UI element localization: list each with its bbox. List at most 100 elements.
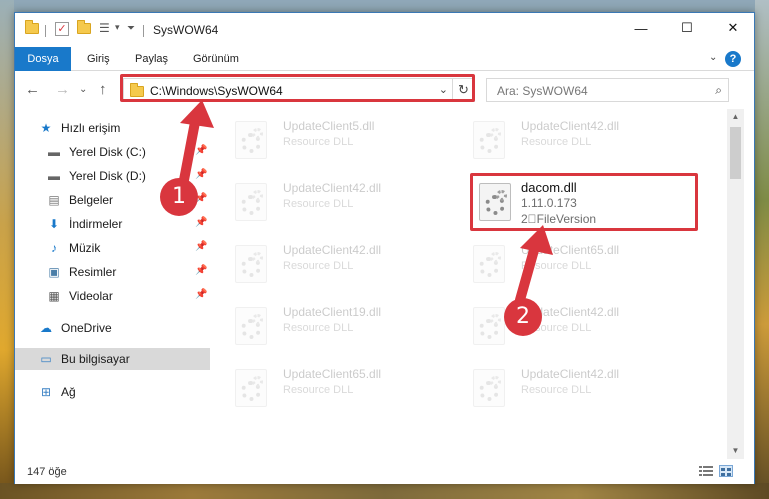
- tiles-view-icon[interactable]: [719, 465, 733, 477]
- vertical-scrollbar[interactable]: ▲ ▼: [727, 109, 744, 459]
- file-name: UpdateClient19.dll: [283, 305, 382, 319]
- toolbar-separator: [45, 25, 46, 37]
- file-type: Resource DLL: [521, 260, 592, 272]
- file-name: UpdateClient65.dll: [521, 243, 620, 257]
- file-item[interactable]: UpdateClient65.dll Resource DLL: [451, 239, 671, 289]
- dll-file-icon: [473, 121, 505, 159]
- forward-arrow-icon[interactable]: →: [55, 81, 70, 98]
- computer-icon: ▭: [40, 352, 52, 366]
- file-highlight-box: [470, 173, 698, 231]
- folder-icon: [25, 20, 39, 34]
- file-item[interactable]: UpdateClient65.dll Resource DLL: [213, 363, 433, 413]
- sidebar-item-network[interactable]: ⊞ Ağ: [15, 381, 210, 403]
- file-item[interactable]: UpdateClient42.dll Resource DLL: [451, 115, 671, 165]
- file-type: Resource DLL: [283, 260, 354, 272]
- search-icon[interactable]: ⌕: [715, 83, 722, 98]
- desktop-background-bottom: [0, 483, 769, 499]
- drive-icon: ▬: [48, 169, 60, 183]
- sidebar-item-quick-access[interactable]: ★ Hızlı erişim: [15, 117, 210, 139]
- file-item[interactable]: UpdateClient42.dll Resource DLL: [451, 301, 671, 351]
- file-item[interactable]: UpdateClient42.dll Resource DLL: [213, 177, 433, 227]
- cloud-icon: ☁: [40, 321, 52, 335]
- file-list: UpdateClient5.dll Resource DLL UpdateCli…: [213, 109, 725, 459]
- dll-file-icon: [473, 245, 505, 283]
- sidebar-item-music[interactable]: ♪ Müzik 📌: [15, 237, 210, 259]
- file-type: Resource DLL: [283, 198, 354, 210]
- sidebar-item-label: İndirmeler: [69, 217, 123, 231]
- file-item[interactable]: UpdateClient19.dll Resource DLL: [213, 301, 433, 351]
- maximize-button[interactable]: ☐: [664, 13, 710, 43]
- sidebar-item-label: Hızlı erişim: [61, 121, 121, 135]
- scroll-down-icon[interactable]: ▼: [727, 443, 744, 459]
- scroll-up-icon[interactable]: ▲: [727, 109, 744, 125]
- sidebar-item-label: Ağ: [61, 385, 76, 399]
- search-input[interactable]: Ara: SysWOW64 ⌕: [486, 78, 729, 102]
- file-type: Resource DLL: [521, 384, 592, 396]
- pin-icon[interactable]: 📌: [195, 289, 207, 300]
- file-type: Resource DLL: [283, 136, 354, 148]
- file-type: Resource DLL: [521, 136, 592, 148]
- pin-icon[interactable]: 📌: [195, 241, 207, 252]
- network-icon: ⊞: [40, 385, 52, 399]
- sidebar-item-label: Yerel Disk (C:): [69, 145, 146, 159]
- sidebar-item-pictures[interactable]: ▣ Resimler 📌: [15, 261, 210, 283]
- pictures-icon: ▣: [48, 265, 60, 279]
- dll-file-icon: [473, 307, 505, 345]
- sidebar-item-onedrive[interactable]: ☁ OneDrive: [15, 317, 210, 339]
- download-icon: ⬇: [48, 217, 60, 231]
- tab-view[interactable]: Görünüm: [183, 47, 249, 71]
- expand-ribbon-icon[interactable]: ⌄: [709, 52, 717, 63]
- dll-file-icon: [235, 369, 267, 407]
- back-arrow-icon[interactable]: ←: [25, 81, 40, 98]
- pin-icon[interactable]: 📌: [195, 169, 207, 180]
- annotation-badge-2: 2: [504, 298, 542, 336]
- status-bar: 147 öğe: [15, 460, 754, 484]
- file-name: UpdateClient42.dll: [521, 367, 620, 381]
- sidebar-item-label: Yerel Disk (D:): [69, 169, 146, 183]
- file-name: UpdateClient5.dll: [283, 119, 375, 133]
- music-icon: ♪: [51, 241, 57, 255]
- file-item[interactable]: UpdateClient42.dll Resource DLL: [213, 239, 433, 289]
- properties-check-icon[interactable]: ✓: [55, 22, 69, 36]
- sidebar-item-downloads[interactable]: ⬇ İndirmeler 📌: [15, 213, 210, 235]
- up-arrow-icon[interactable]: ↑: [99, 81, 107, 98]
- sidebar-item-label: OneDrive: [61, 321, 112, 335]
- star-icon: ★: [40, 121, 52, 135]
- rename-icon[interactable]: ☰: [99, 21, 110, 35]
- item-count: 147 öğe: [27, 466, 67, 478]
- customize-toolbar-icon[interactable]: ⏷: [127, 23, 135, 34]
- minimize-button[interactable]: —: [618, 13, 664, 43]
- sidebar-item-label: Bu bilgisayar: [61, 352, 130, 366]
- tab-share[interactable]: Paylaş: [125, 47, 178, 71]
- pin-icon[interactable]: 📌: [195, 265, 207, 276]
- sidebar-item-label: Resimler: [69, 265, 117, 279]
- sidebar-item-label: Belgeler: [69, 193, 114, 207]
- desktop-background-right: [755, 0, 769, 499]
- details-view-icon[interactable]: [699, 465, 713, 477]
- sidebar-item-videos[interactable]: ▦ Videolar 📌: [15, 285, 210, 307]
- file-type: Resource DLL: [283, 322, 354, 334]
- pin-icon[interactable]: 📌: [195, 217, 207, 228]
- help-button[interactable]: ?: [725, 51, 741, 67]
- tab-file[interactable]: Dosya: [15, 47, 71, 71]
- annotation-badge-1: 1: [160, 178, 198, 216]
- dll-file-icon: [235, 245, 267, 283]
- chevron-down-icon[interactable]: ▾: [115, 22, 120, 33]
- tab-home[interactable]: Giriş: [77, 47, 120, 71]
- title-separator: [143, 25, 144, 37]
- sidebar-item-disk-c[interactable]: ▬ Yerel Disk (C:) 📌: [15, 141, 210, 163]
- file-item[interactable]: UpdateClient42.dll Resource DLL: [451, 363, 671, 413]
- pin-icon[interactable]: 📌: [195, 145, 207, 156]
- window-title: SysWOW64: [153, 23, 219, 37]
- close-button[interactable]: ✕: [710, 13, 756, 43]
- file-item[interactable]: UpdateClient5.dll Resource DLL: [213, 115, 433, 165]
- scroll-thumb[interactable]: [730, 127, 741, 179]
- ribbon-tabs: Dosya Giriş Paylaş Görünüm ⌄ ?: [15, 47, 754, 71]
- sidebar-item-this-pc[interactable]: ▭ Bu bilgisayar: [15, 348, 210, 370]
- new-folder-icon[interactable]: [77, 20, 91, 34]
- dll-file-icon: [473, 369, 505, 407]
- sidebar-item-label: Videolar: [69, 289, 113, 303]
- recent-locations-icon[interactable]: ⌄: [79, 84, 87, 95]
- file-name: UpdateClient42.dll: [283, 181, 382, 195]
- desktop-background-left: [0, 0, 14, 499]
